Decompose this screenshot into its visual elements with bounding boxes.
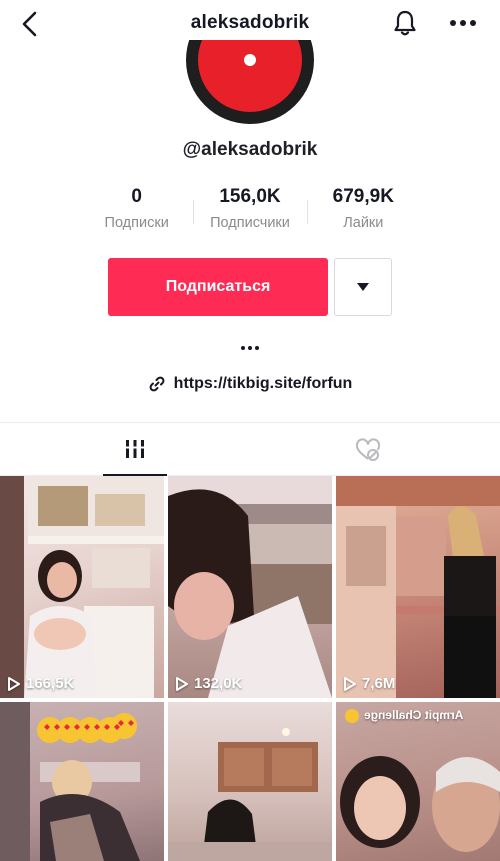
- play-icon: [344, 676, 356, 691]
- video-scene: [340, 709, 500, 852]
- dot: [248, 346, 252, 350]
- following-label: Подписки: [104, 215, 169, 231]
- followers-count: 156,0K: [219, 186, 281, 207]
- dot: [241, 346, 245, 350]
- video-scene: [0, 476, 164, 698]
- video-thumbnail[interactable]: 7,6M: [336, 476, 500, 698]
- more-dots-icon: [450, 20, 476, 26]
- videos-grid-icon: [124, 439, 146, 458]
- dot: [255, 346, 259, 350]
- video-thumbnail[interactable]: [168, 702, 332, 861]
- video-caption: Armpit Challenge: [364, 708, 464, 722]
- following-stat[interactable]: 0 Подписки: [80, 186, 193, 238]
- view-count-text: 7,6M: [362, 675, 396, 692]
- view-count: 166,5K: [7, 675, 74, 692]
- video-thumbnail[interactable]: 166,5K: [0, 476, 164, 698]
- video-grid: 166,5K 132,0K 7,6M Armpit Challenge: [0, 476, 500, 861]
- tab-liked[interactable]: [336, 423, 400, 476]
- video-thumbnail[interactable]: 132,0K: [168, 476, 332, 698]
- view-count-text: 166,5K: [26, 675, 75, 692]
- view-count: 132,0K: [175, 675, 242, 692]
- caret-down-icon: [357, 283, 369, 291]
- play-icon: [8, 676, 20, 691]
- video-scene: [0, 702, 140, 861]
- followers-label: Подписчики: [210, 215, 290, 231]
- video-thumbnail[interactable]: Armpit Challenge: [336, 702, 500, 861]
- view-count: 7,6M: [343, 675, 395, 692]
- video-scene: [336, 476, 500, 698]
- profile-stats: 0 Подписки 156,0K Подписчики 679,9K Лайк…: [80, 186, 420, 238]
- bio-link-text: https://tikbig.site/forfun: [173, 375, 353, 392]
- video-thumbnail[interactable]: [0, 702, 164, 861]
- following-count: 0: [131, 186, 142, 207]
- likes-stat[interactable]: 679,9K Лайки: [306, 186, 420, 238]
- page-title: aleksadobrik: [190, 12, 310, 33]
- liked-private-icon: [355, 437, 381, 461]
- likes-count: 679,9K: [332, 186, 394, 207]
- video-scene: [168, 728, 332, 861]
- bio-more-button[interactable]: [236, 340, 264, 356]
- bell-icon: [394, 10, 416, 36]
- likes-label: Лайки: [343, 215, 384, 231]
- bio-link[interactable]: https://tikbig.site/forfun: [0, 372, 500, 396]
- heart-eyes-emoji-row: [37, 713, 137, 743]
- profile-handle: @aleksadobrik: [182, 139, 318, 160]
- view-count-text: 132,0K: [194, 675, 243, 692]
- tab-videos[interactable]: [103, 423, 167, 476]
- play-icon: [176, 676, 188, 691]
- link-icon: [149, 376, 165, 392]
- suggested-accounts-button[interactable]: [334, 258, 392, 316]
- profile-tabs: [0, 422, 500, 476]
- more-options-button[interactable]: [446, 6, 480, 40]
- followers-stat[interactable]: 156,0K Подписчики: [193, 186, 306, 238]
- follow-button[interactable]: Подписаться: [108, 258, 328, 316]
- notifications-button[interactable]: [388, 6, 422, 40]
- avatar[interactable]: [186, 40, 314, 124]
- video-scene: [168, 476, 332, 698]
